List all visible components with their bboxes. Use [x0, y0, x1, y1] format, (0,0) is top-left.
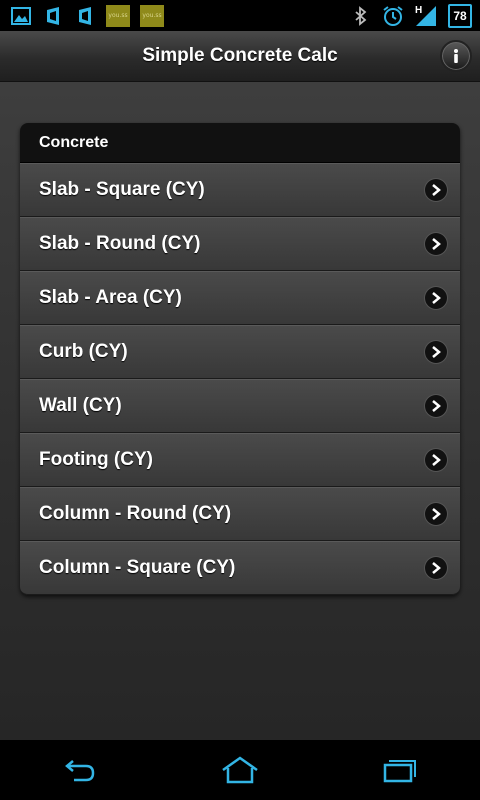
app-chip-text: you.ss: [142, 12, 162, 19]
list-item-column-square[interactable]: Column - Square (CY): [20, 541, 460, 595]
gallery-icon: [10, 5, 32, 27]
content-area: Concrete Slab - Square (CY) Slab - Round…: [0, 82, 480, 740]
list-item-curb[interactable]: Curb (CY): [20, 325, 460, 379]
chevron-right-icon: [425, 233, 447, 255]
list-item-slab-square[interactable]: Slab - Square (CY): [20, 163, 460, 217]
app-chip-icon: you.ss: [106, 4, 130, 27]
chevron-right-icon: [425, 179, 447, 201]
navigation-bar: [0, 740, 480, 800]
list-item-label: Curb (CY): [39, 341, 128, 362]
app-chip-icon: you.ss: [140, 4, 164, 27]
home-icon: [222, 756, 258, 784]
concrete-group: Concrete Slab - Square (CY) Slab - Round…: [20, 123, 460, 595]
list-item-column-round[interactable]: Column - Round (CY): [20, 487, 460, 541]
battery-level: 78: [453, 8, 467, 23]
info-icon: [454, 49, 458, 63]
network-type-label: H: [415, 4, 423, 16]
signal-app-icon: [74, 5, 96, 27]
recent-apps-button[interactable]: [360, 740, 440, 800]
chevron-right-icon: [425, 449, 447, 471]
alarm-icon: [382, 5, 404, 27]
bluetooth-icon: [350, 5, 372, 27]
system-icons: H 78: [350, 0, 472, 31]
chevron-right-icon: [425, 341, 447, 363]
list-item-wall[interactable]: Wall (CY): [20, 379, 460, 433]
back-button[interactable]: [40, 740, 120, 800]
chevron-right-icon: [425, 557, 447, 579]
app-chip-text: you.ss: [108, 12, 128, 19]
group-header: Concrete: [20, 123, 460, 163]
list-item-label: Column - Square (CY): [39, 557, 236, 578]
status-bar: you.ss you.ss H 78: [0, 0, 480, 31]
list-item-footing[interactable]: Footing (CY): [20, 433, 460, 487]
page-title: Simple Concrete Calc: [142, 45, 338, 66]
chevron-right-icon: [425, 395, 447, 417]
list-item-slab-round[interactable]: Slab - Round (CY): [20, 217, 460, 271]
info-button[interactable]: [440, 40, 472, 72]
battery-icon: 78: [448, 3, 472, 28]
list-item-slab-area[interactable]: Slab - Area (CY): [20, 271, 460, 325]
list-item-label: Slab - Square (CY): [39, 179, 205, 200]
list-item-label: Wall (CY): [39, 395, 122, 416]
recent-apps-icon: [383, 760, 416, 783]
list-item-label: Footing (CY): [39, 449, 153, 470]
signal-app-icon: [42, 5, 64, 27]
home-button[interactable]: [200, 740, 280, 800]
back-icon: [65, 760, 95, 782]
title-bar: Simple Concrete Calc: [0, 31, 480, 82]
list-item-label: Slab - Area (CY): [39, 287, 182, 308]
chevron-right-icon: [425, 287, 447, 309]
list-item-label: Column - Round (CY): [39, 503, 232, 524]
list-item-label: Slab - Round (CY): [39, 233, 201, 254]
network-signal-icon: H: [414, 5, 438, 27]
notification-icons: you.ss you.ss: [10, 0, 164, 31]
chevron-right-icon: [425, 503, 447, 525]
